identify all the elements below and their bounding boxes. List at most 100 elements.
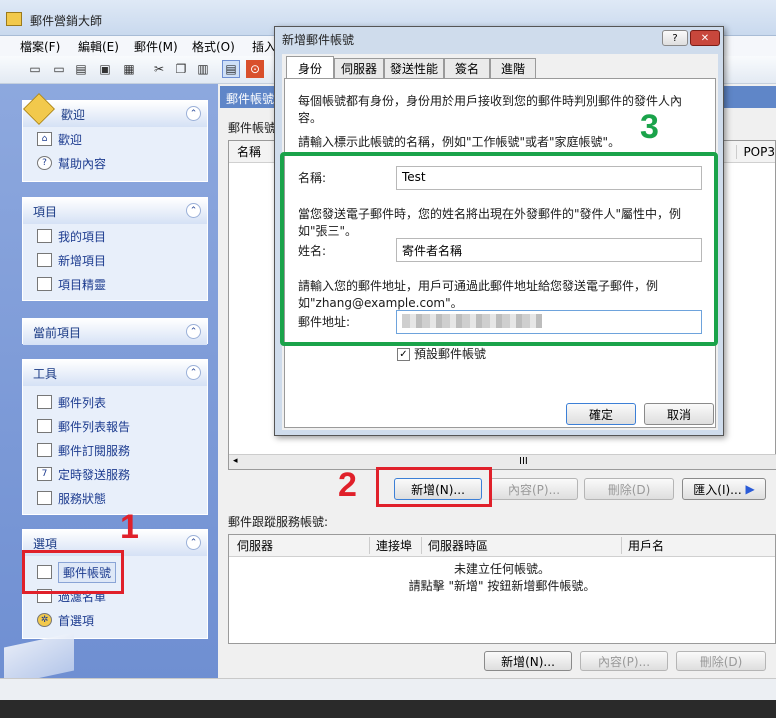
import-account-button[interactable]: 匯入(I)... ▶ bbox=[682, 478, 766, 500]
project-panel-title: 項目 bbox=[33, 204, 58, 219]
home-icon: ⌂ bbox=[37, 132, 52, 146]
empty-message: 未建立任何帳號。 bbox=[453, 562, 550, 576]
project-panel-header[interactable]: 項目 ⌃ bbox=[23, 198, 207, 224]
tools-panel: 工具 ⌃ 郵件列表 郵件列表報告 郵件訂閱服務 7 定時發送服務 服務狀態 bbox=[22, 359, 208, 515]
list-report-label: 郵件列表報告 bbox=[58, 419, 131, 434]
column-port[interactable]: 連接埠 bbox=[369, 537, 421, 554]
folder-icon bbox=[37, 229, 52, 243]
tracking-properties-button[interactable]: 內容(P)... bbox=[580, 651, 668, 671]
horizontal-scrollbar[interactable]: ◂ III bbox=[229, 454, 776, 469]
tracking-label: 郵件跟蹤服務帳號: bbox=[228, 515, 329, 529]
tab-server[interactable]: 伺服器 bbox=[334, 58, 384, 78]
copy-icon[interactable]: ❐ bbox=[172, 60, 190, 78]
menu-mail[interactable]: 郵件(M) bbox=[134, 38, 178, 55]
collapse-icon[interactable]: ⌃ bbox=[186, 535, 201, 550]
column-pop3[interactable]: POP3 bbox=[736, 144, 775, 159]
accounts-tool-icon[interactable]: ▤ bbox=[222, 60, 240, 78]
dialog-title: 新增郵件帳號 bbox=[282, 33, 355, 47]
schedule-item[interactable]: 7 定時發送服務 bbox=[23, 462, 207, 486]
column-server[interactable]: 伺服器 bbox=[229, 537, 369, 554]
import-label: 匯入(I)... bbox=[693, 482, 742, 497]
service-status-label: 服務狀態 bbox=[58, 491, 107, 506]
tracking-list[interactable]: 伺服器 連接埠 伺服器時區 用戶名 未建立任何帳號。 請點擊 "新增" 按鈕新增… bbox=[228, 534, 776, 644]
scroll-left-icon[interactable]: ◂ bbox=[233, 456, 238, 466]
stop-icon[interactable]: ⊙ bbox=[246, 60, 264, 78]
mailing-list-label: 郵件列表 bbox=[58, 395, 107, 410]
help-button[interactable]: ? bbox=[662, 30, 688, 46]
list-icon bbox=[37, 395, 52, 409]
app-mail-icon bbox=[6, 12, 22, 26]
paste-icon[interactable]: ▥ bbox=[194, 60, 212, 78]
cut-icon[interactable]: ✂ bbox=[150, 60, 168, 78]
default-account-label: 預設郵件帳號 bbox=[414, 347, 487, 361]
current-project-header[interactable]: 當前項目 ⌃ bbox=[23, 319, 207, 345]
subscribe-icon bbox=[37, 443, 52, 457]
collapse-icon[interactable]: ⌃ bbox=[186, 365, 201, 380]
close-icon[interactable]: ✕ bbox=[690, 30, 720, 46]
welcome-item-label: 歡迎 bbox=[58, 132, 83, 147]
name-prompt: 請輸入標示此帳號的名稱，例如"工作帳號"或者"家庭帳號"。 bbox=[298, 135, 621, 149]
ok-button[interactable]: 確定 bbox=[566, 403, 636, 425]
project-wizard-item[interactable]: 項目精靈 bbox=[23, 272, 207, 296]
step2-highlight bbox=[376, 467, 492, 507]
list-report-item[interactable]: 郵件列表報告 bbox=[23, 414, 207, 438]
tab-identity[interactable]: 身份 bbox=[286, 56, 334, 79]
new-project-label: 新增項目 bbox=[58, 253, 107, 268]
new-project-item[interactable]: 新增項目 bbox=[23, 248, 207, 272]
open-folder-icon[interactable]: ▤ bbox=[72, 60, 90, 78]
menu-file[interactable]: 檔案(F) bbox=[20, 38, 60, 55]
tracking-list-header: 伺服器 連接埠 伺服器時區 用戶名 bbox=[229, 535, 775, 557]
calendar-icon: 7 bbox=[37, 467, 52, 481]
my-projects-label: 我的項目 bbox=[58, 229, 107, 244]
options-panel-title: 選項 bbox=[33, 536, 58, 551]
cancel-button[interactable]: 取消 bbox=[644, 403, 714, 425]
subscription-item[interactable]: 郵件訂閱服務 bbox=[23, 438, 207, 462]
current-project-panel: 當前項目 ⌃ bbox=[22, 318, 208, 345]
save-icon[interactable]: ▣ bbox=[96, 60, 114, 78]
project-wizard-label: 項目精靈 bbox=[58, 277, 107, 292]
print-icon[interactable]: ▦ bbox=[120, 60, 138, 78]
collapse-icon[interactable]: ⌃ bbox=[186, 324, 201, 339]
column-timezone[interactable]: 伺服器時區 bbox=[421, 537, 621, 554]
collapse-icon[interactable]: ⌃ bbox=[186, 106, 201, 121]
column-username[interactable]: 用戶名 bbox=[621, 537, 664, 554]
mailing-list-item[interactable]: 郵件列表 bbox=[23, 390, 207, 414]
preferences-item[interactable]: ✲ 首選項 bbox=[23, 608, 207, 632]
help-item-label: 幫助內容 bbox=[58, 156, 107, 171]
screen-bottom-band bbox=[0, 700, 776, 718]
menu-insert[interactable]: 插入 bbox=[252, 38, 276, 55]
new-arrow-icon[interactable]: ▭ bbox=[50, 60, 68, 78]
menu-format[interactable]: 格式(O) bbox=[192, 38, 235, 55]
tools-panel-header[interactable]: 工具 ⌃ bbox=[23, 360, 207, 386]
welcome-panel-title: 歡迎 bbox=[61, 107, 86, 122]
intro-text: 每個帳號都有身份，身份用於用戶接收到您的郵件時判別郵件的發件人內容。 bbox=[298, 94, 683, 125]
help-item[interactable]: ? 幫助內容 bbox=[23, 151, 207, 175]
tab-send-performance[interactable]: 發送性能 bbox=[384, 58, 444, 78]
step1-highlight bbox=[22, 550, 124, 594]
dropdown-arrow-icon: ▶ bbox=[745, 482, 755, 496]
my-projects-item[interactable]: 我的項目 bbox=[23, 224, 207, 248]
menu-edit[interactable]: 編輯(E) bbox=[78, 38, 119, 55]
tab-advanced[interactable]: 進階 bbox=[490, 58, 536, 78]
default-account-checkbox[interactable]: ✓ bbox=[397, 348, 410, 361]
new-page-icon bbox=[37, 253, 52, 267]
help-icon: ? bbox=[37, 156, 52, 170]
window-title: 郵件營銷大師 bbox=[30, 14, 103, 28]
service-status-item[interactable]: 服務狀態 bbox=[23, 486, 207, 510]
wizard-icon bbox=[37, 277, 52, 291]
delete-tracking-button[interactable]: 刪除(D) bbox=[676, 651, 766, 671]
new-tracking-button[interactable]: 新增(N)... bbox=[484, 651, 572, 671]
gear-icon: ✲ bbox=[37, 613, 52, 627]
current-project-title: 當前項目 bbox=[33, 325, 82, 340]
welcome-item[interactable]: ⌂ 歡迎 bbox=[23, 127, 207, 151]
schedule-label: 定時發送服務 bbox=[58, 467, 131, 482]
tools-panel-title: 工具 bbox=[33, 366, 58, 381]
new-doc-icon[interactable]: ▭ bbox=[26, 60, 44, 78]
status-icon bbox=[37, 491, 52, 505]
collapse-icon[interactable]: ⌃ bbox=[186, 203, 201, 218]
step3-number: 3 bbox=[640, 108, 659, 146]
account-properties-button[interactable]: 內容(P)... bbox=[490, 478, 578, 500]
scroll-grip[interactable]: III bbox=[519, 456, 528, 467]
tab-signature[interactable]: 簽名 bbox=[444, 58, 490, 78]
delete-account-button[interactable]: 刪除(D) bbox=[584, 478, 674, 500]
